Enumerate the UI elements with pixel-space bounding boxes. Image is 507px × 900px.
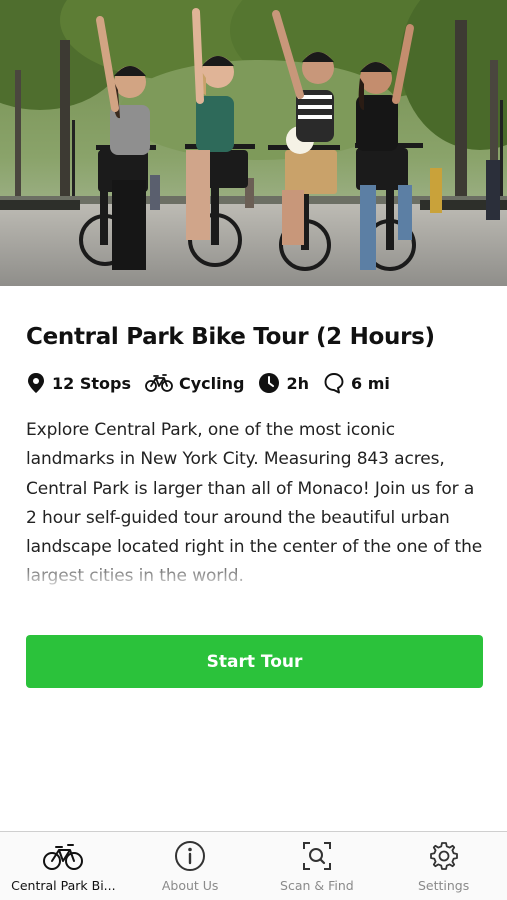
tab-settings[interactable]: Settings (380, 832, 507, 900)
bicycle-icon (43, 844, 84, 870)
clock-icon (259, 373, 280, 393)
tab-label: Scan & Find (280, 878, 354, 893)
tour-distance: 6 mi (350, 373, 390, 393)
meta-mode: Cycling (145, 373, 244, 393)
info-icon (175, 841, 206, 871)
bottom-tab-bar: Central Park Bi... About Us Scan & Find … (0, 831, 507, 900)
scan-icon (302, 842, 331, 870)
tab-label: About Us (161, 878, 219, 893)
tab-label: Central Park Bi... (11, 878, 116, 893)
tour-duration: 2h (286, 373, 309, 393)
route-icon (324, 373, 344, 394)
meta-stops: 12 Stops (26, 372, 131, 394)
start-tour-button[interactable]: Start Tour (26, 635, 483, 688)
hero-photo (0, 0, 507, 286)
tour-meta: 12 Stops Cycling 2h 6 mi (26, 372, 404, 394)
meta-duration: 2h (258, 372, 309, 394)
bicycle-icon (145, 374, 173, 392)
gear-icon (429, 842, 458, 870)
tab-scan-find[interactable]: Scan & Find (254, 832, 381, 900)
tab-central-park[interactable]: Central Park Bi... (0, 832, 127, 900)
tour-title: Central Park Bike Tour (2 Hours) (26, 324, 435, 350)
description-container: Explore Central Park, one of the most ic… (26, 416, 486, 588)
map-pin-icon (28, 373, 44, 393)
meta-distance: 6 mi (323, 372, 390, 394)
tour-mode: Cycling (178, 373, 245, 393)
tab-about-us[interactable]: About Us (127, 832, 254, 900)
stops-count: 12 Stops (52, 373, 131, 393)
tab-label: Settings (417, 878, 470, 893)
description-fade (26, 554, 486, 588)
